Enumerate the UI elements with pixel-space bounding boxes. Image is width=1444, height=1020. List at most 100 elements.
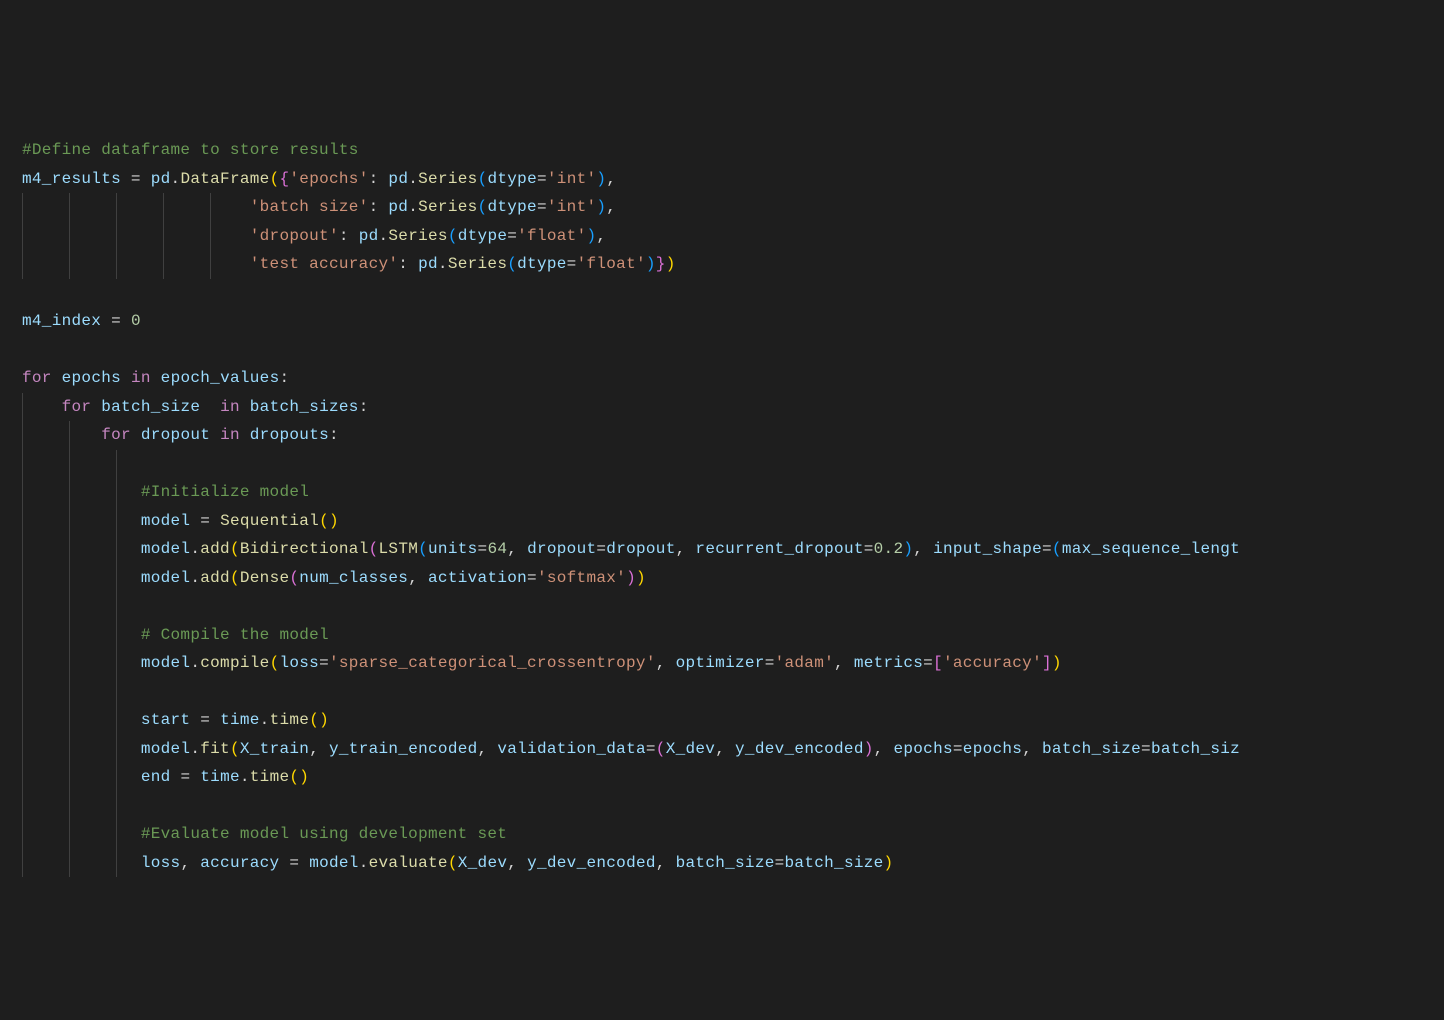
code-token: . <box>408 198 418 216</box>
indent-guide <box>116 820 117 849</box>
code-token: ( <box>507 255 517 273</box>
indent-guide <box>116 849 117 878</box>
indent-guide <box>116 478 117 507</box>
code-token: : <box>339 227 359 245</box>
indent-guide <box>69 478 70 507</box>
code-token: . <box>190 740 200 758</box>
code-token: ) <box>884 854 894 872</box>
code-token: , <box>656 654 676 672</box>
indent-guide <box>22 222 23 251</box>
code-token: , <box>507 854 527 872</box>
indent-guide <box>22 678 23 707</box>
code-line: model.compile(loss='sparse_categorical_c… <box>22 649 1444 678</box>
code-line: #Initialize model <box>22 478 1444 507</box>
code-line: #Define dataframe to store results <box>22 136 1444 165</box>
code-token: add <box>200 569 230 587</box>
code-token <box>121 170 131 188</box>
code-token: 0 <box>131 312 141 330</box>
code-token: ( <box>448 227 458 245</box>
indent-guide <box>69 564 70 593</box>
code-token: = <box>111 312 121 330</box>
code-token: ( <box>418 540 428 558</box>
code-token: batch_size <box>101 398 200 416</box>
indent-guide <box>163 250 164 279</box>
code-token: ( <box>289 768 299 786</box>
indent-guide <box>116 193 117 222</box>
code-token: 64 <box>487 540 507 558</box>
code-token: dropout <box>527 540 596 558</box>
code-token <box>22 198 250 216</box>
code-token: } <box>656 255 666 273</box>
code-line: 'dropout': pd.Series(dtype='float'), <box>22 222 1444 251</box>
code-token <box>141 683 151 701</box>
code-token: . <box>190 540 200 558</box>
code-token: . <box>240 768 250 786</box>
code-token: for <box>101 426 131 444</box>
code-token: = <box>537 198 547 216</box>
code-token <box>279 854 289 872</box>
code-token: 'int' <box>547 170 597 188</box>
code-token: batch_size <box>785 854 884 872</box>
code-token: in <box>220 398 240 416</box>
indent-guide <box>69 222 70 251</box>
code-token: 'dropout' <box>250 227 339 245</box>
indent-guide <box>22 706 23 735</box>
code-token: { <box>279 170 289 188</box>
code-token: , <box>913 540 933 558</box>
code-token: = <box>200 711 210 729</box>
code-token: model <box>141 569 191 587</box>
code-token: y_dev_encoded <box>527 854 656 872</box>
code-token: . <box>190 569 200 587</box>
code-token: = <box>864 540 874 558</box>
code-token <box>22 227 250 245</box>
code-token: compile <box>200 654 269 672</box>
indent-guide <box>22 421 23 450</box>
code-token: = <box>596 540 606 558</box>
code-token: , <box>834 654 854 672</box>
code-token: , <box>478 740 498 758</box>
code-token: . <box>260 711 270 729</box>
code-token: model <box>309 854 359 872</box>
code-token: dropout <box>606 540 675 558</box>
code-token: , <box>874 740 894 758</box>
code-token: activation <box>428 569 527 587</box>
code-token: X_train <box>240 740 309 758</box>
code-token: accuracy <box>200 854 279 872</box>
indent-guide <box>69 592 70 621</box>
code-token <box>240 426 250 444</box>
code-token: , <box>1022 740 1042 758</box>
indent-guide <box>69 649 70 678</box>
code-token: model <box>141 740 191 758</box>
code-token: , <box>408 569 428 587</box>
code-token: : <box>369 170 389 188</box>
code-token: evaluate <box>369 854 448 872</box>
code-token: , <box>606 198 616 216</box>
code-token: = <box>289 854 299 872</box>
indent-guide <box>116 735 117 764</box>
indent-guide <box>210 250 211 279</box>
code-token: optimizer <box>676 654 765 672</box>
code-token <box>91 398 101 416</box>
code-token: epoch_values <box>161 369 280 387</box>
code-token <box>141 455 151 473</box>
code-token: 'softmax' <box>537 569 626 587</box>
code-token: ( <box>478 170 488 188</box>
code-token: : <box>280 369 290 387</box>
code-token: , <box>676 540 696 558</box>
code-token: ( <box>309 711 319 729</box>
code-token <box>22 255 250 273</box>
code-line: 'test accuracy': pd.Series(dtype='float'… <box>22 250 1444 279</box>
code-token: = <box>537 170 547 188</box>
indent-guide <box>22 849 23 878</box>
code-token: ( <box>230 740 240 758</box>
code-token: y_dev_encoded <box>735 740 864 758</box>
code-token: ) <box>596 170 606 188</box>
code-token: . <box>190 654 200 672</box>
code-line: 'batch size': pd.Series(dtype='int'), <box>22 193 1444 222</box>
code-token: . <box>171 170 181 188</box>
code-token: num_classes <box>299 569 408 587</box>
code-token <box>200 398 220 416</box>
code-line <box>22 450 1444 479</box>
code-token <box>121 369 131 387</box>
code-token: , <box>656 854 676 872</box>
